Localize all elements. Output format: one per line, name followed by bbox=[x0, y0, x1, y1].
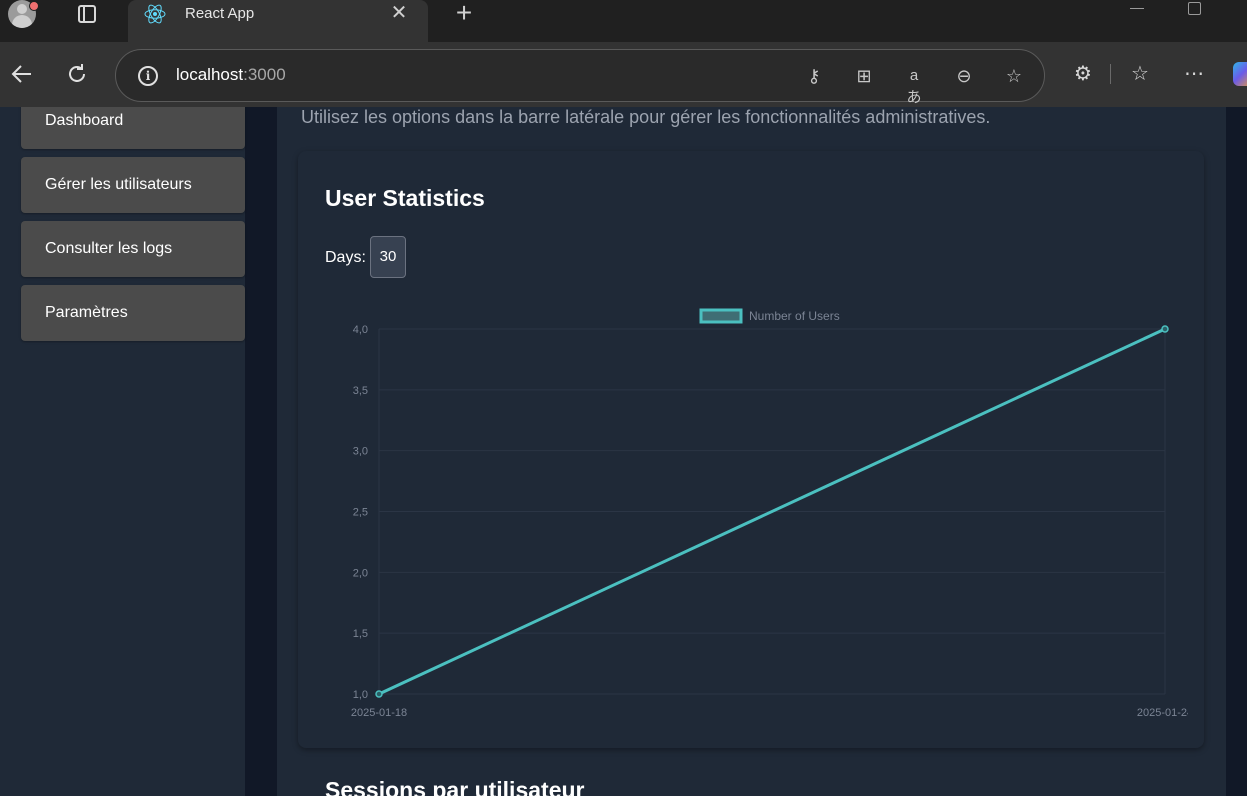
favorite-star-icon[interactable]: ☆ bbox=[1003, 65, 1025, 87]
site-info-icon[interactable]: i bbox=[138, 66, 158, 86]
sessions-section-title: Sessions par utilisateur bbox=[325, 777, 585, 796]
data-point bbox=[375, 690, 383, 698]
address-toolbar: i localhost:3000 ⚷ ⊞ aあ ⊖ ☆ ⚙ ☆ ⋯ bbox=[0, 42, 1247, 107]
key-icon[interactable]: ⚷ bbox=[803, 65, 825, 87]
maximize-icon[interactable] bbox=[1188, 2, 1201, 15]
y-tick-label: 4,0 bbox=[353, 324, 368, 336]
close-tab-icon[interactable]: ✕ bbox=[390, 2, 408, 24]
reload-icon[interactable] bbox=[65, 62, 89, 86]
x-tick-label: 2025-01-24 bbox=[1137, 707, 1188, 719]
tab-actions-icon[interactable] bbox=[78, 5, 96, 23]
notification-dot bbox=[29, 1, 39, 11]
days-input[interactable]: 30 bbox=[370, 236, 406, 278]
translate-icon[interactable]: aあ bbox=[903, 65, 925, 106]
copilot-icon[interactable] bbox=[1233, 62, 1247, 86]
data-point bbox=[1161, 325, 1169, 333]
y-tick-label: 3,5 bbox=[353, 385, 368, 397]
card-title: User Statistics bbox=[325, 185, 485, 211]
toolbar-divider bbox=[1110, 64, 1111, 84]
tab-react-app[interactable]: React App ✕ bbox=[128, 0, 428, 42]
y-tick-label: 1,0 bbox=[353, 689, 368, 701]
user-count-line-chart: 1,0 1,5 2,0 2,5 3,0 3,5 4,0 2025-01-18 2025-01-2… bbox=[351, 308, 1188, 719]
sidebar-item-logs[interactable]: Consulter les logs bbox=[21, 221, 245, 277]
y-tick-label: 3,0 bbox=[353, 446, 368, 458]
intro-text: Utilisez les options dans la barre latér… bbox=[301, 107, 991, 127]
legend-swatch bbox=[699, 308, 743, 324]
minimize-icon[interactable] bbox=[1130, 8, 1144, 9]
sidebar-item-users[interactable]: Gérer les utilisateurs bbox=[21, 157, 245, 213]
main-content: Utilisez les options dans la barre latér… bbox=[277, 107, 1226, 796]
x-tick-label: 2025-01-18 bbox=[351, 707, 407, 719]
app-available-icon[interactable]: ⊞ bbox=[853, 65, 875, 87]
sidebar-item-dashboard[interactable]: Dashboard bbox=[21, 107, 245, 149]
page-viewport: Dashboard Gérer les utilisateurs Consult… bbox=[0, 107, 1247, 796]
tab-strip: React App ✕ + bbox=[0, 0, 1247, 42]
y-tick-label: 2,5 bbox=[353, 507, 368, 519]
react-logo-icon bbox=[144, 4, 166, 24]
address-bar[interactable]: i localhost:3000 ⚷ ⊞ aあ ⊖ ☆ bbox=[115, 49, 1045, 106]
legend-label: Number of Users bbox=[749, 309, 840, 323]
y-tick-label: 2,0 bbox=[353, 567, 368, 579]
zoom-out-icon[interactable]: ⊖ bbox=[953, 65, 975, 87]
extensions-icon[interactable]: ⚙ bbox=[1071, 62, 1095, 86]
url-port: :3000 bbox=[243, 65, 286, 84]
sidebar-item-settings[interactable]: Paramètres bbox=[21, 285, 245, 341]
y-tick-label: 1,5 bbox=[353, 628, 368, 640]
back-arrow-icon[interactable] bbox=[10, 62, 34, 86]
user-statistics-card: User Statistics Days: 30 1,0 1,5 2,0 2,5 3,0… bbox=[298, 151, 1204, 748]
days-label: Days: bbox=[325, 249, 366, 266]
tab-title: React App bbox=[185, 5, 255, 22]
sidebar: Dashboard Gérer les utilisateurs Consult… bbox=[0, 107, 245, 796]
url-text[interactable]: localhost:3000 bbox=[176, 65, 286, 85]
favorites-icon[interactable]: ☆ bbox=[1128, 62, 1152, 86]
new-tab-icon[interactable]: + bbox=[452, 0, 476, 27]
url-host: localhost bbox=[176, 65, 244, 84]
more-menu-icon[interactable]: ⋯ bbox=[1182, 62, 1206, 86]
